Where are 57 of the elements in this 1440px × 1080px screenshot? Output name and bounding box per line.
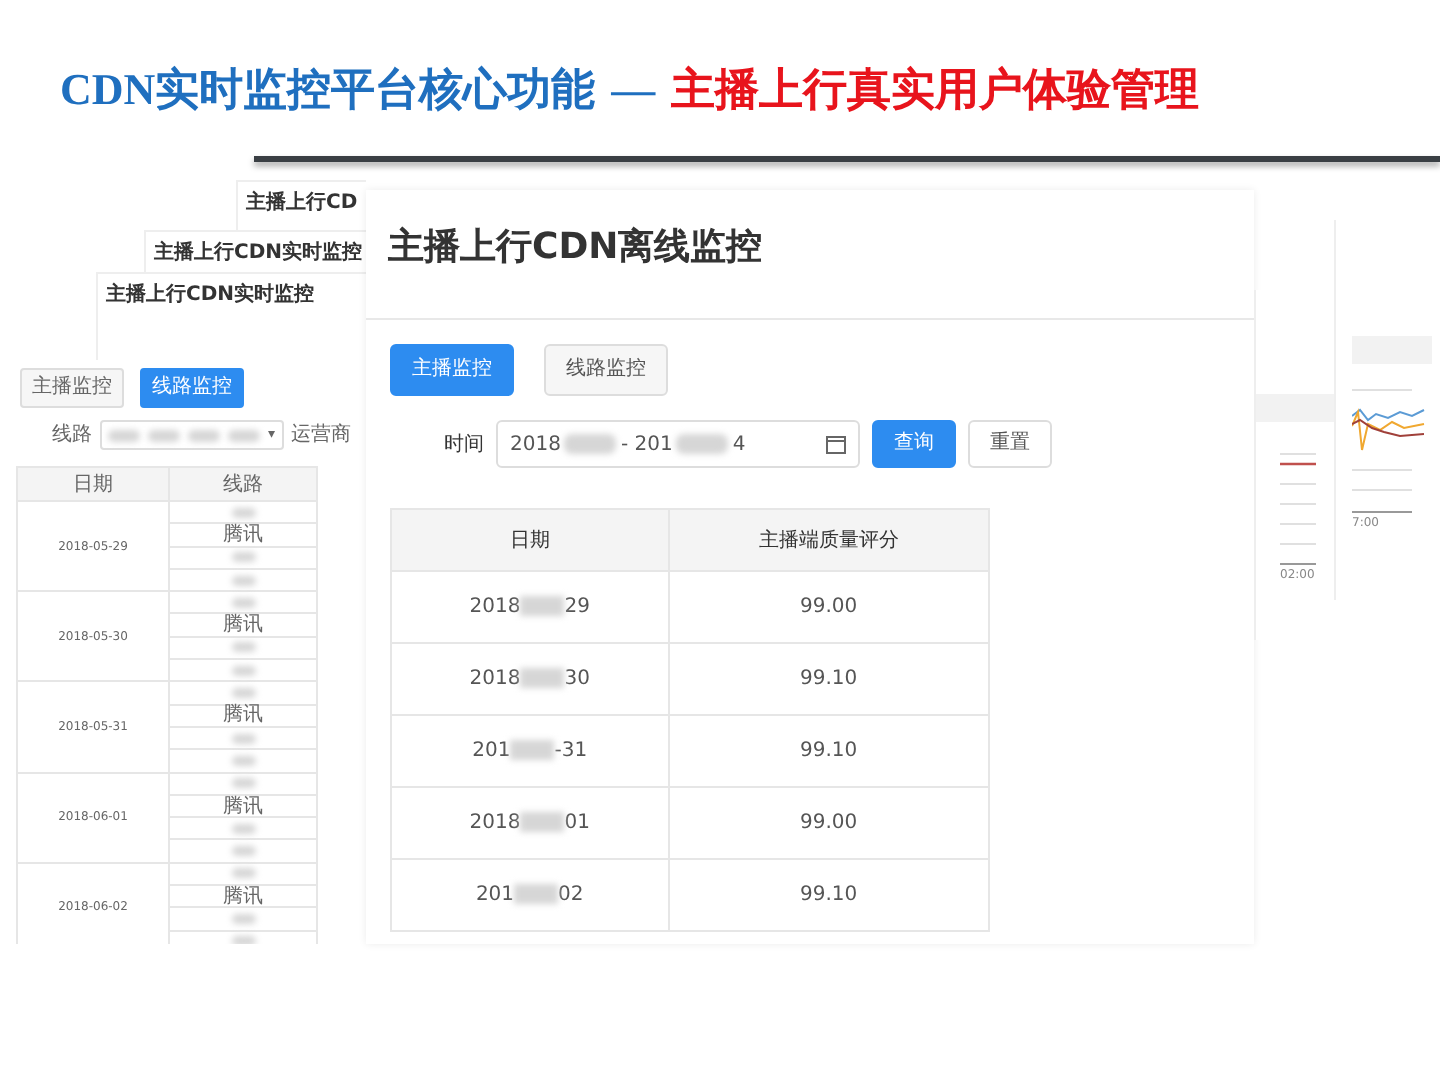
blurred-text	[676, 434, 729, 454]
table-cell: 2018 01	[469, 812, 590, 834]
reset-button[interactable]: 重置	[968, 420, 1052, 468]
table-cell: 99.10	[668, 643, 989, 715]
table-cell: 腾讯	[170, 614, 318, 638]
column-header: 主播端质量评分	[668, 509, 989, 571]
tab[interactable]: 线路监控	[544, 344, 668, 396]
blurred-text	[231, 913, 255, 924]
table-cell: 99.10	[668, 715, 989, 787]
blurred-text	[564, 434, 617, 454]
blurred-text	[231, 823, 255, 834]
window-title: 主播上行CD	[246, 192, 360, 216]
window-title: 主播上行CDN实时监控	[154, 242, 365, 266]
blurred-text	[231, 755, 255, 766]
blurred-text	[231, 552, 255, 563]
blurred-text	[231, 665, 255, 676]
blurred-text	[231, 642, 255, 653]
blurred-text	[231, 846, 255, 857]
blurred-text	[231, 778, 255, 789]
date-range-field[interactable]: 2018 - 201 4	[496, 420, 860, 468]
blurred-text	[231, 868, 255, 879]
filter-label: 运营商	[291, 421, 352, 450]
column-header: 线路	[170, 468, 318, 502]
query-button[interactable]: 查询	[872, 420, 956, 468]
blurred-text	[231, 597, 255, 608]
tab[interactable]: 主播监控	[20, 368, 124, 408]
filter-label: 线路	[52, 421, 92, 450]
slide-title: CDN实时监控平台核心功能	[60, 62, 596, 118]
table-cell: 201 02	[475, 884, 584, 906]
blurred-text	[231, 575, 255, 586]
table-cell: 腾讯	[170, 795, 318, 819]
field-label: 时间	[444, 431, 484, 459]
table-cell: 腾讯	[170, 524, 318, 548]
table-cell: 99.00	[668, 787, 989, 859]
window-title: 主播上行CDN实时监控	[106, 284, 317, 308]
table-cell: 2018 30	[469, 668, 590, 690]
table-cell: 99.10	[668, 859, 989, 931]
blurred-text	[188, 429, 220, 441]
table-cell: 201 -31	[472, 740, 588, 762]
blurred-text	[231, 733, 255, 744]
blurred-text	[108, 429, 140, 441]
tab[interactable]: 线路监控	[140, 368, 244, 408]
column-header: 日期	[391, 509, 669, 571]
table-cell: 2018 29	[469, 596, 590, 618]
table-cell: 腾讯	[170, 705, 318, 728]
blurred-text	[231, 688, 255, 699]
blurred-text	[231, 507, 255, 518]
tab[interactable]: 主播监控	[390, 344, 514, 396]
table-cell: 99.00	[668, 571, 989, 643]
slide-subtitle: 主播上行真实用户体验管理	[671, 62, 1200, 118]
blurred-text	[148, 429, 180, 441]
table-cell: 腾讯	[170, 886, 318, 909]
title-dash: —	[611, 62, 656, 118]
calendar-icon[interactable]	[826, 435, 846, 453]
blurred-text	[228, 429, 260, 441]
column-header: 日期	[18, 468, 170, 502]
window-title: 主播上行CDN离线监控	[388, 226, 763, 268]
